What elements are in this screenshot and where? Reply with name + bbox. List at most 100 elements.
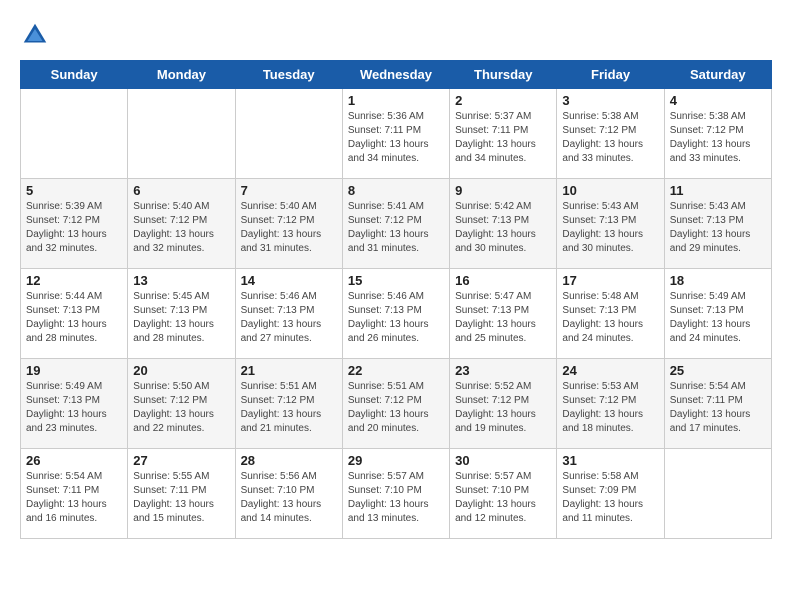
calendar-cell: 14 Sunrise: 5:46 AM Sunset: 7:13 PM Dayli… xyxy=(235,269,342,359)
day-number: 29 xyxy=(348,453,444,468)
calendar-cell xyxy=(664,449,771,539)
day-info: Sunrise: 5:58 AM Sunset: 7:09 PM Dayligh… xyxy=(562,470,658,526)
day-info: Sunrise: 5:43 AM Sunset: 7:13 PM Dayligh… xyxy=(562,200,658,256)
day-number: 25 xyxy=(670,363,766,378)
calendar-cell: 26Sunrise: 5:54 AM Sunset: 7:11 PM Dayli… xyxy=(21,449,128,539)
calendar-cell: 15Sunrise: 5:46 AM Sunset: 7:13 PM Dayli… xyxy=(342,269,449,359)
calendar-cell: 10 Sunrise: 5:43 AM Sunset: 7:13 PM Dayli… xyxy=(557,179,664,269)
day-info: Sunrise: 5:39 AM Sunset: 7:12 PM Dayligh… xyxy=(26,200,122,256)
calendar-cell: 31Sunrise: 5:58 AM Sunset: 7:09 PM Dayli… xyxy=(557,449,664,539)
calendar-cell: 3 Sunrise: 5:38 AM Sunset: 7:12 PM Daylig… xyxy=(557,89,664,179)
day-number: 30 xyxy=(455,453,551,468)
day-number: 5 xyxy=(26,183,122,198)
day-info: Sunrise: 5:46 AM Sunset: 7:13 PM Dayligh… xyxy=(241,290,337,346)
day-number: 3 xyxy=(562,93,658,108)
weekday-header-monday: Monday xyxy=(128,61,235,89)
day-number: 10 xyxy=(562,183,658,198)
day-number: 13 xyxy=(133,273,229,288)
calendar-cell: 18 Sunrise: 5:49 AM Sunset: 7:13 PM Dayli… xyxy=(664,269,771,359)
day-info: Sunrise: 5:44 AM Sunset: 7:13 PM Dayligh… xyxy=(26,290,122,346)
calendar-cell: 4 Sunrise: 5:38 AM Sunset: 7:12 PM Daylig… xyxy=(664,89,771,179)
day-number: 17 xyxy=(562,273,658,288)
day-info: Sunrise: 5:41 AM Sunset: 7:12 PM Dayligh… xyxy=(348,200,444,256)
calendar-week-row: 19 Sunrise: 5:49 AM Sunset: 7:13 PM Dayli… xyxy=(21,359,772,449)
calendar-cell: 19 Sunrise: 5:49 AM Sunset: 7:13 PM Dayli… xyxy=(21,359,128,449)
calendar-cell xyxy=(235,89,342,179)
day-info: Sunrise: 5:48 AM Sunset: 7:13 PM Dayligh… xyxy=(562,290,658,346)
day-info: Sunrise: 5:53 AM Sunset: 7:12 PM Dayligh… xyxy=(562,380,658,436)
day-number: 1 xyxy=(348,93,444,108)
day-number: 18 xyxy=(670,273,766,288)
calendar-cell: 8 Sunrise: 5:41 AM Sunset: 7:12 PM Daylig… xyxy=(342,179,449,269)
day-info: Sunrise: 5:46 AM Sunset: 7:13 PM Dayligh… xyxy=(348,290,444,346)
day-info: Sunrise: 5:51 AM Sunset: 7:12 PM Dayligh… xyxy=(348,380,444,436)
day-info: Sunrise: 5:40 AM Sunset: 7:12 PM Dayligh… xyxy=(241,200,337,256)
day-number: 27 xyxy=(133,453,229,468)
logo xyxy=(20,20,54,50)
weekday-header-tuesday: Tuesday xyxy=(235,61,342,89)
day-info: Sunrise: 5:38 AM Sunset: 7:12 PM Dayligh… xyxy=(670,110,766,166)
day-info: Sunrise: 5:55 AM Sunset: 7:11 PM Dayligh… xyxy=(133,470,229,526)
day-number: 4 xyxy=(670,93,766,108)
weekday-header-wednesday: Wednesday xyxy=(342,61,449,89)
calendar-week-row: 12 Sunrise: 5:44 AM Sunset: 7:13 PM Dayli… xyxy=(21,269,772,359)
day-number: 21 xyxy=(241,363,337,378)
day-number: 26 xyxy=(26,453,122,468)
day-info: Sunrise: 5:57 AM Sunset: 7:10 PM Dayligh… xyxy=(455,470,551,526)
logo-icon xyxy=(20,20,50,50)
day-number: 19 xyxy=(26,363,122,378)
day-number: 23 xyxy=(455,363,551,378)
calendar-cell: 22Sunrise: 5:51 AM Sunset: 7:12 PM Dayli… xyxy=(342,359,449,449)
calendar-cell: 12 Sunrise: 5:44 AM Sunset: 7:13 PM Dayli… xyxy=(21,269,128,359)
calendar-cell: 25 Sunrise: 5:54 AM Sunset: 7:11 PM Dayli… xyxy=(664,359,771,449)
weekday-header-sunday: Sunday xyxy=(21,61,128,89)
calendar-cell: 17 Sunrise: 5:48 AM Sunset: 7:13 PM Dayli… xyxy=(557,269,664,359)
day-number: 9 xyxy=(455,183,551,198)
day-info: Sunrise: 5:47 AM Sunset: 7:13 PM Dayligh… xyxy=(455,290,551,346)
day-info: Sunrise: 5:43 AM Sunset: 7:13 PM Dayligh… xyxy=(670,200,766,256)
day-number: 2 xyxy=(455,93,551,108)
weekday-header-row: SundayMondayTuesdayWednesdayThursdayFrid… xyxy=(21,61,772,89)
day-number: 8 xyxy=(348,183,444,198)
day-number: 24 xyxy=(562,363,658,378)
calendar-cell: 28Sunrise: 5:56 AM Sunset: 7:10 PM Dayli… xyxy=(235,449,342,539)
day-info: Sunrise: 5:51 AM Sunset: 7:12 PM Dayligh… xyxy=(241,380,337,436)
calendar-cell: 29Sunrise: 5:57 AM Sunset: 7:10 PM Dayli… xyxy=(342,449,449,539)
day-info: Sunrise: 5:45 AM Sunset: 7:13 PM Dayligh… xyxy=(133,290,229,346)
page-header xyxy=(20,20,772,50)
day-number: 20 xyxy=(133,363,229,378)
day-info: Sunrise: 5:52 AM Sunset: 7:12 PM Dayligh… xyxy=(455,380,551,436)
calendar-cell: 5 Sunrise: 5:39 AM Sunset: 7:12 PM Daylig… xyxy=(21,179,128,269)
calendar-cell: 11Sunrise: 5:43 AM Sunset: 7:13 PM Dayli… xyxy=(664,179,771,269)
calendar-cell: 13 Sunrise: 5:45 AM Sunset: 7:13 PM Dayli… xyxy=(128,269,235,359)
day-info: Sunrise: 5:54 AM Sunset: 7:11 PM Dayligh… xyxy=(670,380,766,436)
day-info: Sunrise: 5:49 AM Sunset: 7:13 PM Dayligh… xyxy=(670,290,766,346)
day-info: Sunrise: 5:56 AM Sunset: 7:10 PM Dayligh… xyxy=(241,470,337,526)
day-info: Sunrise: 5:40 AM Sunset: 7:12 PM Dayligh… xyxy=(133,200,229,256)
calendar-cell: 2 Sunrise: 5:37 AM Sunset: 7:11 PM Daylig… xyxy=(450,89,557,179)
day-number: 12 xyxy=(26,273,122,288)
calendar-cell: 9Sunrise: 5:42 AM Sunset: 7:13 PM Daylig… xyxy=(450,179,557,269)
day-info: Sunrise: 5:49 AM Sunset: 7:13 PM Dayligh… xyxy=(26,380,122,436)
calendar-cell: 23 Sunrise: 5:52 AM Sunset: 7:12 PM Dayli… xyxy=(450,359,557,449)
weekday-header-saturday: Saturday xyxy=(664,61,771,89)
weekday-header-thursday: Thursday xyxy=(450,61,557,89)
calendar-cell: 7Sunrise: 5:40 AM Sunset: 7:12 PM Daylig… xyxy=(235,179,342,269)
calendar-cell: 16 Sunrise: 5:47 AM Sunset: 7:13 PM Dayli… xyxy=(450,269,557,359)
day-number: 6 xyxy=(133,183,229,198)
day-info: Sunrise: 5:37 AM Sunset: 7:11 PM Dayligh… xyxy=(455,110,551,166)
calendar-cell xyxy=(128,89,235,179)
weekday-header-friday: Friday xyxy=(557,61,664,89)
calendar-cell xyxy=(21,89,128,179)
day-number: 16 xyxy=(455,273,551,288)
calendar-cell: 6 Sunrise: 5:40 AM Sunset: 7:12 PM Daylig… xyxy=(128,179,235,269)
day-number: 14 xyxy=(241,273,337,288)
day-info: Sunrise: 5:38 AM Sunset: 7:12 PM Dayligh… xyxy=(562,110,658,166)
calendar-cell: 24 Sunrise: 5:53 AM Sunset: 7:12 PM Dayli… xyxy=(557,359,664,449)
calendar-cell: 21 Sunrise: 5:51 AM Sunset: 7:12 PM Dayli… xyxy=(235,359,342,449)
calendar-cell: 20 Sunrise: 5:50 AM Sunset: 7:12 PM Dayli… xyxy=(128,359,235,449)
day-info: Sunrise: 5:50 AM Sunset: 7:12 PM Dayligh… xyxy=(133,380,229,436)
calendar-cell: 1Sunrise: 5:36 AM Sunset: 7:11 PM Daylig… xyxy=(342,89,449,179)
calendar-table: SundayMondayTuesdayWednesdayThursdayFrid… xyxy=(20,60,772,539)
calendar-week-row: 5 Sunrise: 5:39 AM Sunset: 7:12 PM Daylig… xyxy=(21,179,772,269)
